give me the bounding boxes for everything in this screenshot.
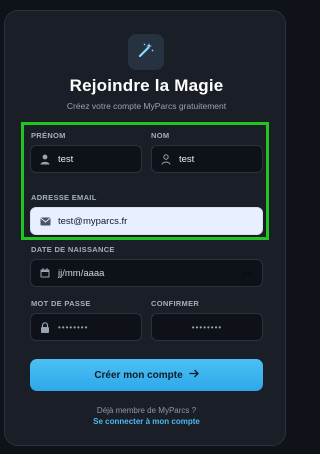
- nom-value: test: [179, 153, 195, 165]
- calendar-picker-icon[interactable]: [242, 268, 252, 286]
- email-field[interactable]: test@myparcs.fr: [30, 207, 263, 235]
- prenom-value: test: [58, 153, 74, 165]
- email-label: ADRESSE EMAIL: [31, 193, 97, 202]
- user-icon: [39, 153, 51, 165]
- logo: [128, 34, 164, 70]
- prenom-label: PRÉNOM: [31, 131, 66, 140]
- password-label: MOT DE PASSE: [31, 299, 91, 308]
- lock-icon: [39, 321, 51, 333]
- create-account-button[interactable]: Créer mon compte: [30, 359, 263, 391]
- signup-page: Rejoindre la Magie Créez votre compte My…: [0, 0, 293, 454]
- envelope-icon: [39, 215, 51, 227]
- nom-field[interactable]: test: [151, 145, 263, 173]
- password-field[interactable]: ••••••••: [30, 313, 142, 341]
- create-account-label: Créer mon compte: [94, 369, 183, 381]
- arrow-right-icon: [189, 369, 199, 381]
- birthdate-value: jj/mm/aaaa: [58, 267, 105, 279]
- nom-label: NOM: [151, 131, 170, 140]
- login-link[interactable]: Se connecter à mon compte: [0, 417, 293, 426]
- prenom-field[interactable]: test: [30, 145, 142, 173]
- calendar-icon: [39, 267, 51, 279]
- page-subtitle: Créez votre compte MyParcs gratuitement: [66, 101, 227, 111]
- already-member-text: Déjà membre de MyParcs ?: [96, 406, 197, 415]
- confirm-label: CONFIRMER: [151, 299, 200, 308]
- magic-wand-icon: [137, 41, 155, 64]
- user-icon: [160, 153, 172, 165]
- birthdate-field[interactable]: jj/mm/aaaa: [30, 259, 263, 287]
- email-value: test@myparcs.fr: [58, 215, 128, 227]
- confirm-field[interactable]: ••••••••: [151, 313, 263, 341]
- password-value: ••••••••: [58, 322, 89, 332]
- birthdate-label: DATE DE NAISSANCE: [31, 245, 115, 254]
- confirm-value: ••••••••: [191, 322, 223, 332]
- page-title: Rejoindre la Magie: [69, 76, 224, 95]
